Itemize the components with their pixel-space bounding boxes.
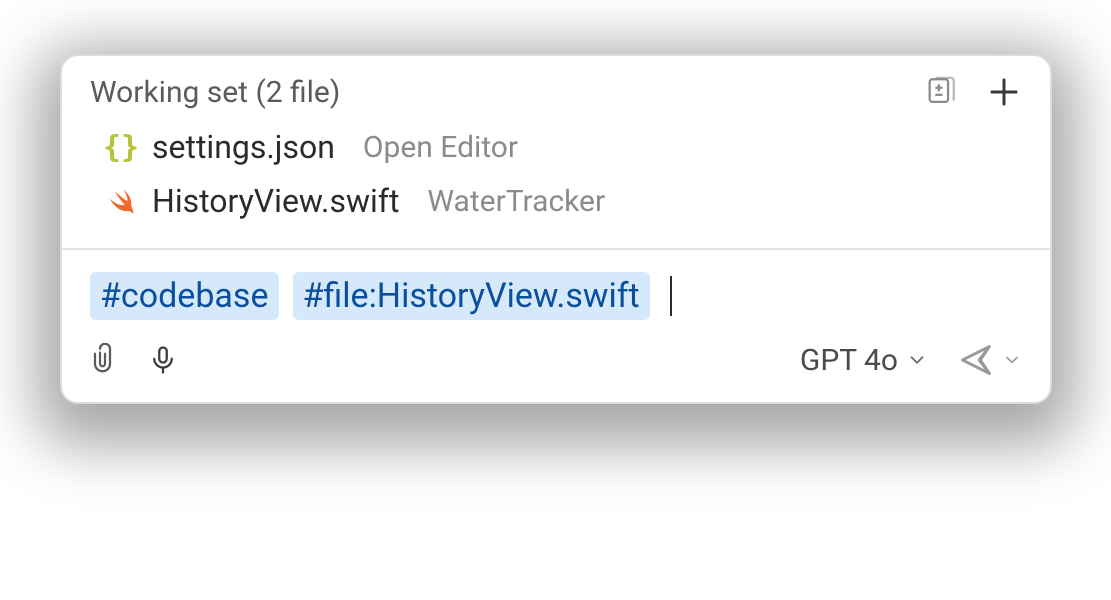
file-context: WaterTracker	[427, 184, 605, 219]
send-button-group	[956, 342, 1022, 378]
context-chip[interactable]: #file:HistoryView.swift	[293, 272, 650, 320]
send-icon[interactable]	[956, 342, 996, 378]
file-name: HistoryView.swift	[152, 182, 399, 220]
working-set-file[interactable]: HistoryView.swift WaterTracker	[90, 174, 1022, 228]
model-picker[interactable]: GPT 4o	[800, 343, 928, 378]
file-context: Open Editor	[363, 130, 518, 165]
text-cursor	[670, 276, 672, 316]
input-toolbar: GPT 4o	[62, 330, 1050, 402]
paperclip-icon[interactable]	[90, 343, 120, 377]
context-chip[interactable]: #codebase	[90, 272, 279, 320]
diff-icon[interactable]	[924, 75, 958, 109]
plus-icon[interactable]	[986, 74, 1022, 110]
microphone-icon[interactable]	[148, 342, 178, 378]
swift-icon	[104, 184, 138, 218]
chevron-down-icon	[906, 349, 928, 371]
chat-panel: Working set (2 file)	[60, 54, 1052, 404]
file-name: settings.json	[152, 128, 335, 166]
model-label: GPT 4o	[800, 343, 898, 378]
chat-input[interactable]: #codebase #file:HistoryView.swift	[62, 250, 1050, 330]
chevron-down-icon[interactable]	[1002, 350, 1022, 370]
header-actions	[924, 74, 1022, 110]
working-set-file[interactable]: {} settings.json Open Editor	[90, 120, 1022, 174]
json-icon: {}	[104, 130, 138, 164]
working-set-file-list: {} settings.json Open Editor HistoryView…	[62, 116, 1050, 248]
working-set-title: Working set (2 file)	[90, 75, 924, 110]
working-set-header: Working set (2 file)	[62, 56, 1050, 116]
